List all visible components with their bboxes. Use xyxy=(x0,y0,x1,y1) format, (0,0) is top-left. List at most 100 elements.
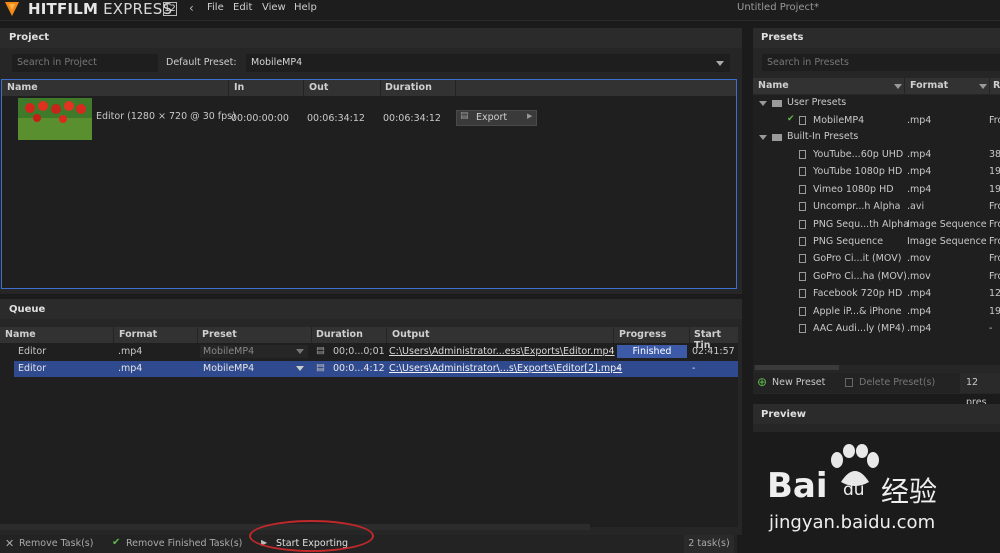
project-column-header: Name In Out Duration xyxy=(2,80,736,96)
default-preset-select[interactable]: MobileMP4 xyxy=(246,54,730,72)
preset-count: 12 pres xyxy=(960,373,1000,408)
item-name: Editor (1280 × 720 @ 30 fps) xyxy=(96,111,236,122)
presets-search-input[interactable]: Search in Presets xyxy=(762,54,1000,71)
col-separator xyxy=(380,80,381,96)
preset-item[interactable]: YouTube...60p UHD .mp4 38 xyxy=(753,146,1000,163)
row-preset-value: MobileMP4 xyxy=(203,363,255,374)
preset-format: .mp4 xyxy=(907,149,932,160)
col-name[interactable]: Name xyxy=(758,80,789,91)
chevron-down-icon xyxy=(759,101,767,106)
queue-row[interactable]: Editor .mp4 MobileMP4 ▤ 00;0...0;01 C:\U… xyxy=(0,344,738,360)
export-button[interactable]: ▤ Export ▶ xyxy=(456,110,537,126)
project-search-input[interactable]: Search in Project xyxy=(12,54,158,72)
col-separator xyxy=(904,78,905,94)
col-out[interactable]: Out xyxy=(309,82,328,93)
preset-name: MobileMP4 xyxy=(813,115,865,126)
delete-preset-button[interactable]: Delete Preset(s) xyxy=(859,377,935,388)
menu-help[interactable]: Help xyxy=(294,2,317,13)
project-item-row[interactable]: Editor (1280 × 720 @ 30 fps) 00:00:00:00… xyxy=(2,97,736,141)
remove-finished-button[interactable]: Remove Finished Task(s) xyxy=(126,538,242,549)
presets-toolbar: ⊕ New Preset Delete Preset(s) 12 pres xyxy=(753,373,1000,408)
col-name[interactable]: Name xyxy=(7,82,38,93)
chevron-down-icon xyxy=(296,349,304,354)
col-name[interactable]: Name xyxy=(5,329,36,340)
preset-r: - xyxy=(989,323,993,334)
col-duration[interactable]: Duration xyxy=(385,82,432,93)
preset-item[interactable]: ✔ MobileMP4 .mp4 Fro xyxy=(753,112,1000,129)
preset-item[interactable]: GoPro Ci...it (MOV) .mov Fro xyxy=(753,250,1000,267)
row-preset-select[interactable]: MobileMP4 xyxy=(200,362,308,375)
menu-file[interactable]: File xyxy=(207,2,224,13)
col-separator xyxy=(989,78,990,94)
col-format[interactable]: Format xyxy=(119,329,157,340)
menu-view[interactable]: View xyxy=(262,2,286,13)
preset-name: Uncompr...h Alpha xyxy=(813,201,901,213)
tab-preview[interactable]: Preview xyxy=(761,409,806,420)
preset-format: .mp4 xyxy=(907,166,932,178)
tree-group-builtin[interactable]: Built-In Presets xyxy=(753,129,1000,146)
preset-format: .mp4 xyxy=(907,323,932,334)
folder-icon xyxy=(772,134,782,141)
col-duration[interactable]: Duration xyxy=(316,329,363,340)
remove-tasks-button[interactable]: Remove Task(s) xyxy=(19,538,93,549)
preset-item[interactable]: PNG Sequ...th AlphaImage SequenceFro xyxy=(753,216,1000,233)
watermark-cn: 经验 xyxy=(881,475,938,508)
col-r[interactable]: R xyxy=(993,80,1000,91)
preset-r: Fro xyxy=(989,115,1000,126)
row-output-link[interactable]: C:\Users\Administrator...ess\Exports\Edi… xyxy=(389,346,615,357)
folder-icon xyxy=(772,100,782,107)
col-progress[interactable]: Progress xyxy=(619,329,666,340)
preset-item[interactable]: Apple iP...& iPhone .mp4 19 xyxy=(753,303,1000,320)
annotation-ellipse xyxy=(249,520,374,552)
preset-format: .avi xyxy=(907,201,925,213)
close-icon: ✕ xyxy=(5,537,15,550)
preset-r: 19 xyxy=(989,305,1000,317)
row-output-link[interactable]: C:\Users\Administrator\...s\Exports\Edit… xyxy=(389,363,622,374)
check-icon: ✔ xyxy=(787,114,795,124)
queue-row-selected[interactable]: Editor .mp4 MobileMP4 ▤ 00:0...4:12 C:\U… xyxy=(14,361,738,377)
chevron-down-icon xyxy=(716,61,724,66)
document-icon xyxy=(799,254,806,264)
watermark-url: jingyan.baidu.com xyxy=(769,512,936,533)
preset-item[interactable]: YouTube 1080p HD .mp4 19 xyxy=(753,163,1000,180)
row-duration: 00;0...0;01 xyxy=(333,346,385,357)
tab-project[interactable]: Project xyxy=(9,32,49,43)
menu-edit[interactable]: Edit xyxy=(233,2,252,13)
export-label: Export xyxy=(476,112,508,123)
tab-presets[interactable]: Presets xyxy=(761,32,804,43)
preset-format: .mp4 xyxy=(907,288,932,300)
preset-item[interactable]: AAC Audi...ly (MP4) .mp4 - xyxy=(753,320,1000,337)
col-in[interactable]: In xyxy=(234,82,244,93)
new-preset-button[interactable]: New Preset xyxy=(772,377,825,388)
preset-item[interactable]: Facebook 720p HD .mp4 12 xyxy=(753,285,1000,302)
presets-scrollbar[interactable] xyxy=(755,365,839,370)
queue-column-header: Name Format Preset Duration Output Progr… xyxy=(0,327,738,351)
back-arrow-icon[interactable]: ‹ xyxy=(189,1,194,15)
row-format: .mp4 xyxy=(118,363,143,374)
col-separator xyxy=(613,327,614,343)
preset-format: Image Sequence xyxy=(907,236,987,247)
col-preset[interactable]: Preset xyxy=(202,329,237,340)
watermark-du: du xyxy=(843,480,865,500)
col-separator xyxy=(689,327,690,343)
task-count: 2 task(s) xyxy=(684,535,734,553)
document-icon xyxy=(799,167,806,177)
col-format[interactable]: Format xyxy=(910,80,948,91)
preset-item[interactable]: GoPro Ci...ha (MOV).mov Fro xyxy=(753,268,1000,285)
preset-r: Fro xyxy=(989,201,1000,213)
row-name: Editor xyxy=(18,346,47,357)
tree-group-user[interactable]: User Presets xyxy=(753,95,1000,112)
row-name: Editor xyxy=(18,363,47,374)
preset-item[interactable]: Vimeo 1080p HD .mp4 19 xyxy=(753,181,1000,198)
preset-name: YouTube 1080p HD xyxy=(813,166,903,178)
col-output[interactable]: Output xyxy=(392,329,430,340)
row-preset-select[interactable]: MobileMP4 xyxy=(200,345,308,358)
tab-queue[interactable]: Queue xyxy=(9,304,45,315)
preset-format: .mp4 xyxy=(907,183,932,195)
document-icon xyxy=(799,324,806,333)
preset-item[interactable]: PNG Sequence Image SequenceFro xyxy=(753,233,1000,250)
preset-item[interactable]: Uncompr...h Alpha .avi Fro xyxy=(753,198,1000,215)
preview-panel: Preview Bai du 经验 jingyan.baidu.com xyxy=(753,404,1000,553)
preset-name: Vimeo 1080p HD xyxy=(813,183,894,195)
editor-thumbnail xyxy=(18,98,92,140)
